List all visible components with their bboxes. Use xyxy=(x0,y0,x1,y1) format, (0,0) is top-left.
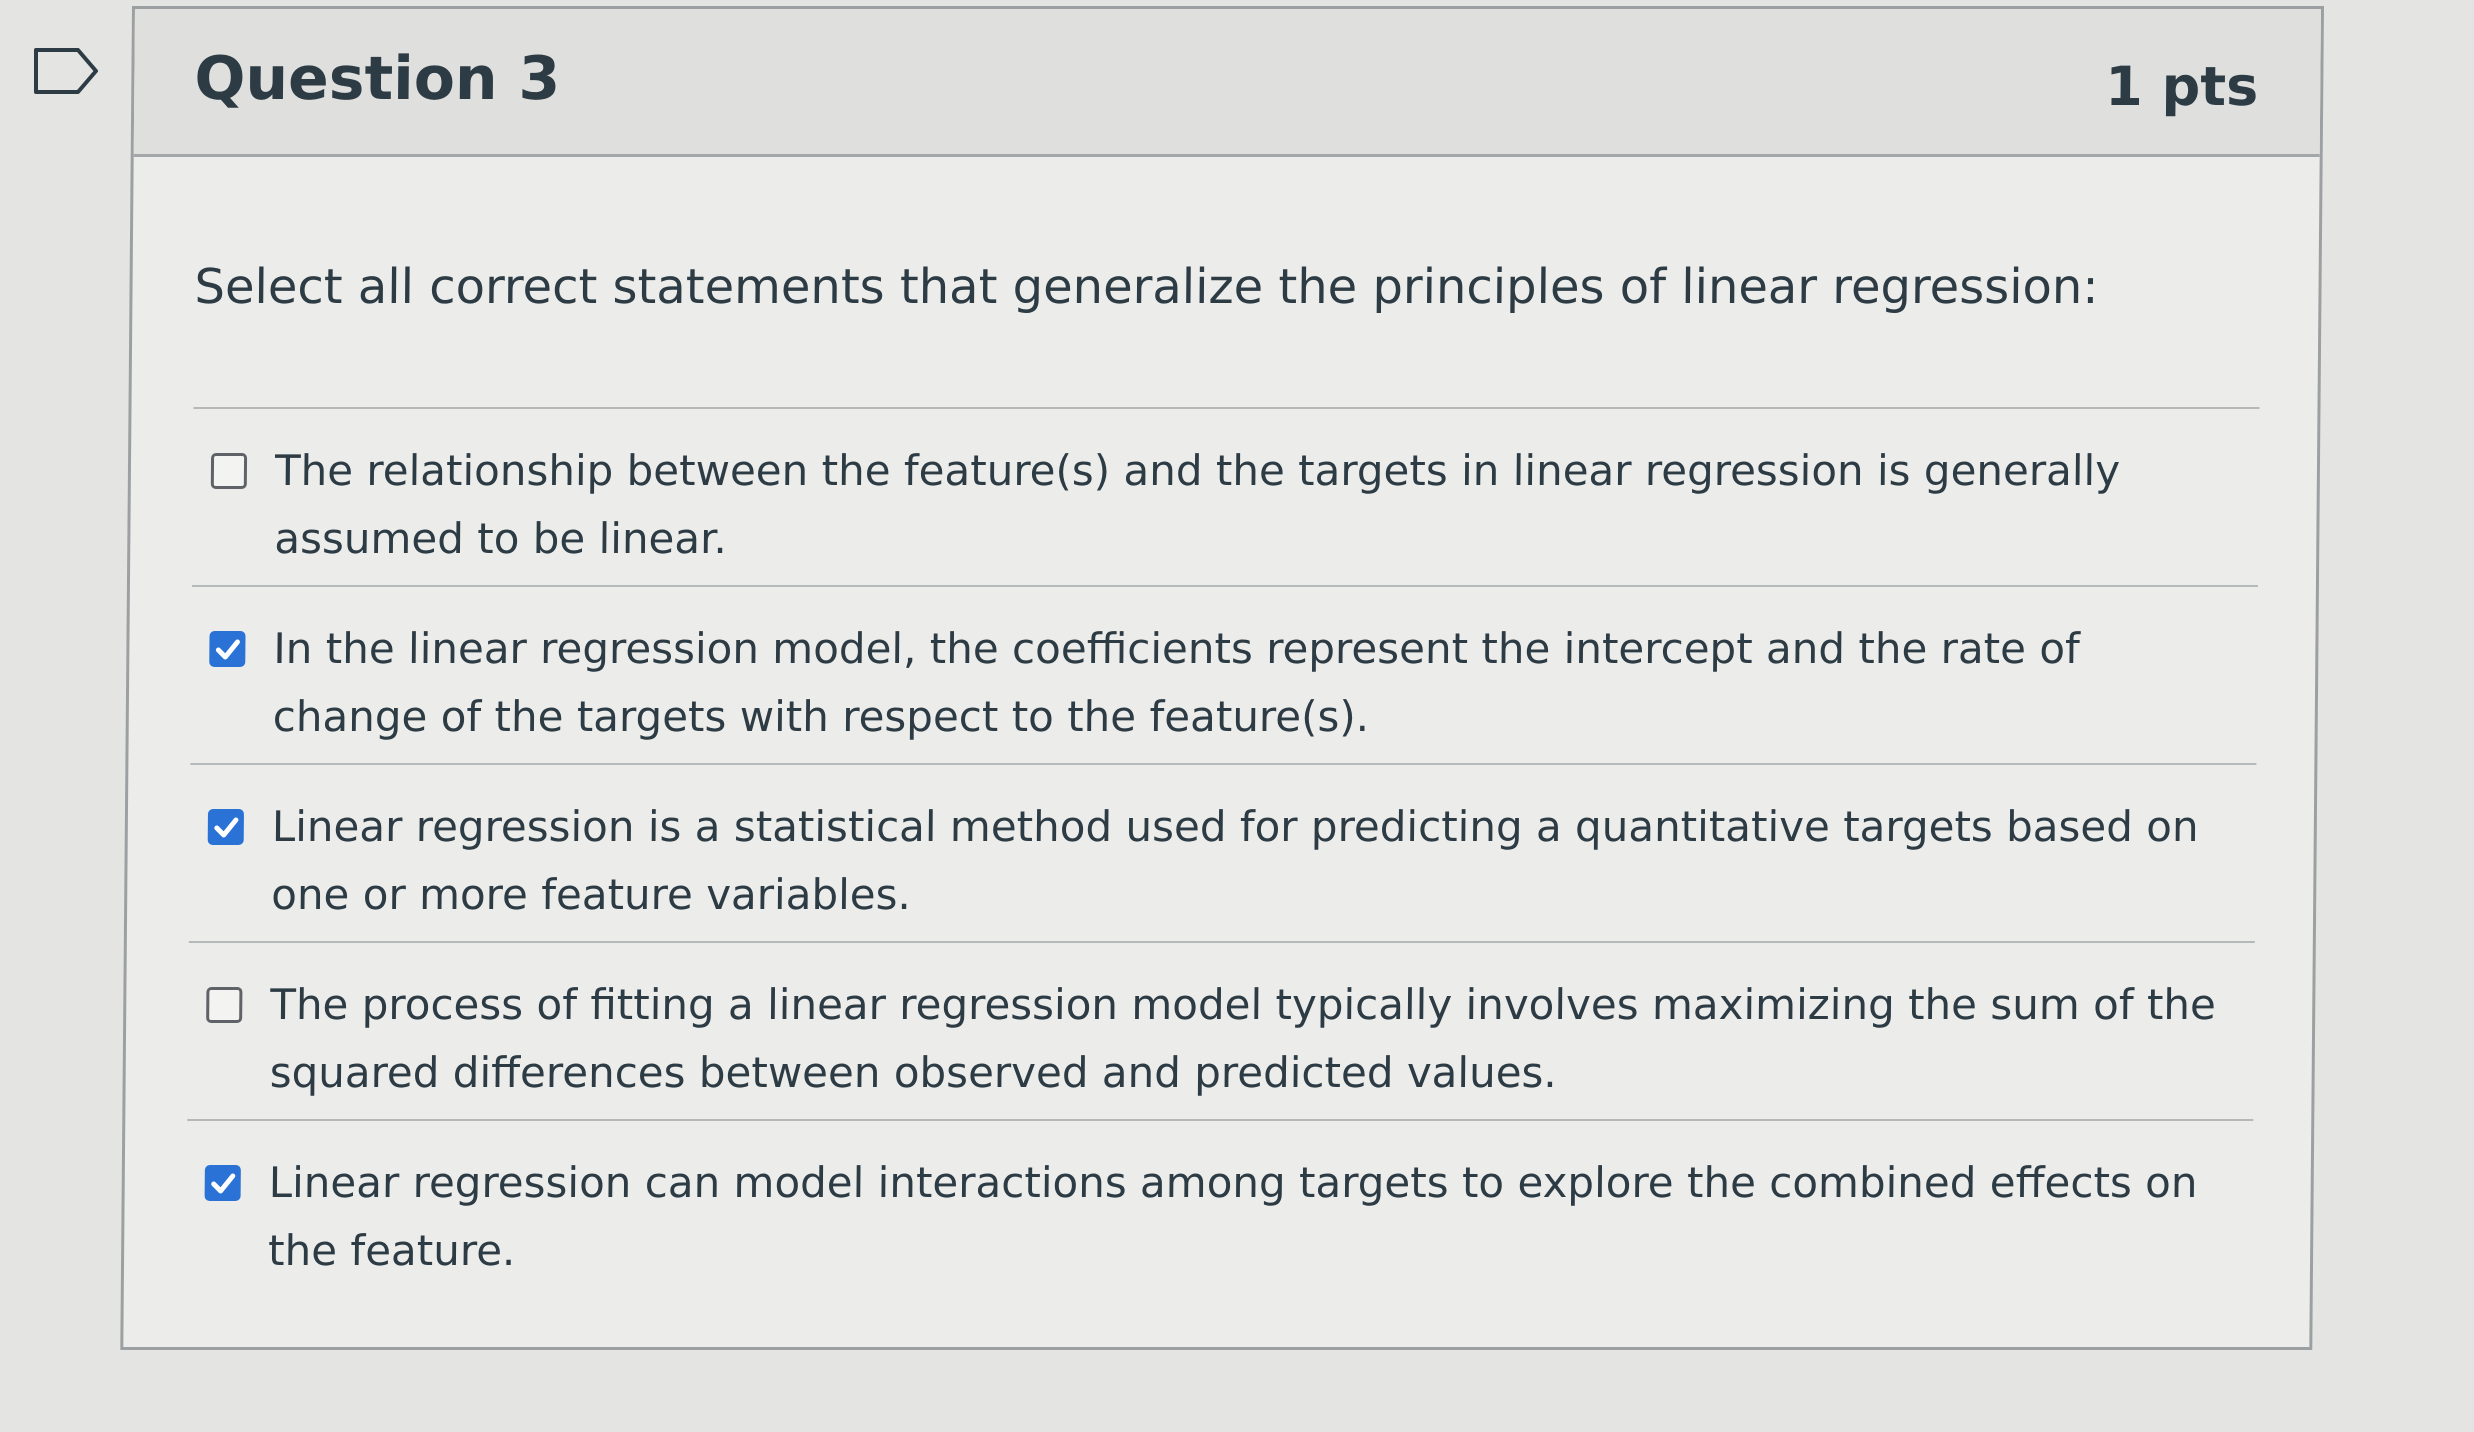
answer-checkbox[interactable] xyxy=(209,631,246,667)
answer-option[interactable]: In the linear regression model, the coef… xyxy=(190,585,2258,763)
answer-list: The relationship between the feature(s) … xyxy=(185,407,2260,1297)
answer-option[interactable]: The relationship between the feature(s) … xyxy=(191,407,2260,585)
answer-option[interactable]: Linear regression is a statistical metho… xyxy=(188,763,2257,941)
question-title: Question 3 xyxy=(194,44,561,114)
question-points: 1 pts xyxy=(2105,55,2259,118)
answer-text[interactable]: Linear regression can model interactions… xyxy=(268,1149,2229,1285)
checkmark-icon xyxy=(214,817,239,838)
answer-text[interactable]: Linear regression is a statistical metho… xyxy=(271,793,2232,929)
answer-text[interactable]: The relationship between the feature(s) … xyxy=(274,437,2235,573)
checkmark-icon xyxy=(211,1173,236,1194)
question-header: Question 3 1 pts xyxy=(133,9,2321,157)
answer-option[interactable]: Linear regression can model interactions… xyxy=(185,1119,2254,1297)
question-card: Question 3 1 pts Select all correct stat… xyxy=(120,6,2325,1350)
flag-question-icon[interactable] xyxy=(32,46,102,96)
question-prompt: Select all correct statements that gener… xyxy=(194,259,2099,315)
answer-text[interactable]: The process of fitting a linear regressi… xyxy=(269,971,2230,1107)
checkmark-icon xyxy=(215,639,240,660)
answer-option[interactable]: The process of fitting a linear regressi… xyxy=(187,941,2255,1119)
answer-text[interactable]: In the linear regression model, the coef… xyxy=(272,615,2233,751)
answer-checkbox[interactable] xyxy=(206,987,243,1023)
answer-checkbox[interactable] xyxy=(210,453,248,489)
answer-checkbox[interactable] xyxy=(207,809,244,845)
answer-checkbox[interactable] xyxy=(204,1165,241,1201)
